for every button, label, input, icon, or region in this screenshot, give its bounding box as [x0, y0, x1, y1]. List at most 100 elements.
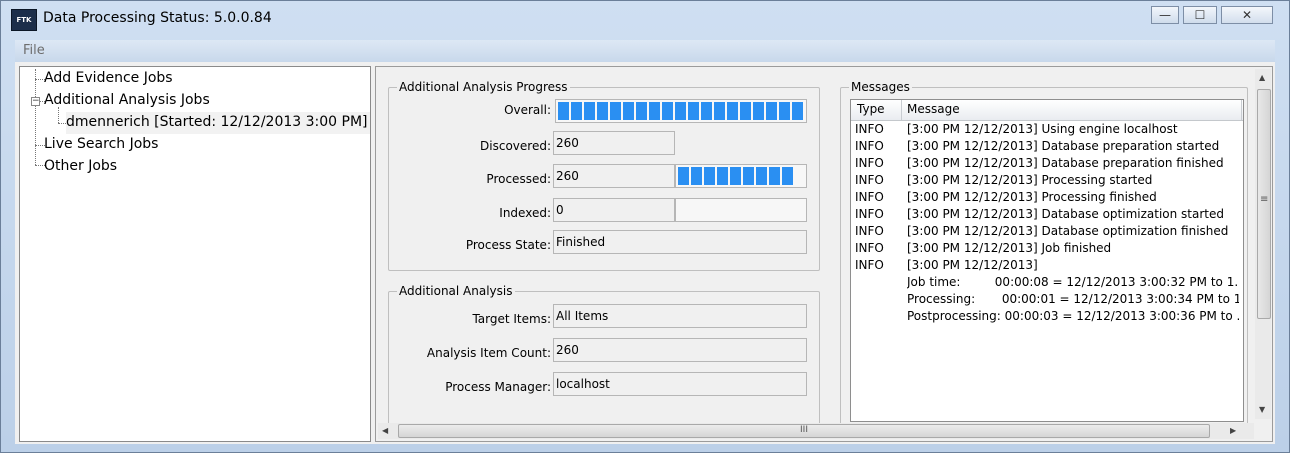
title-bar[interactable]: FTK Data Processing Status: 5.0.0.84 — ☐…	[1, 1, 1289, 37]
message-text: [3:00 PM 12/12/2013] Database optimizati…	[907, 207, 1225, 221]
target-items-value: All Items	[553, 304, 807, 328]
message-text: Job time: 00:00:08 = 12/12/2013 3:00:32 …	[907, 275, 1239, 289]
message-type: INFO	[855, 258, 884, 272]
message-row[interactable]: INFO [3:00 PM 12/12/2013] Job finished	[851, 241, 1243, 258]
progress-segment	[792, 102, 803, 120]
progress-segment	[662, 102, 673, 120]
maximize-button[interactable]: ☐	[1183, 6, 1217, 24]
progress-segment	[701, 102, 712, 120]
progress-segment	[558, 102, 569, 120]
message-row[interactable]: INFO [3:00 PM 12/12/2013] Database prepar…	[851, 156, 1243, 173]
progress-segment	[704, 167, 715, 185]
tree-connector	[58, 107, 59, 123]
tree-item-other-jobs[interactable]: Other Jobs	[44, 158, 117, 174]
message-row[interactable]: Processing: 00:00:01 = 12/12/2013 3:00:3…	[851, 292, 1243, 309]
progress-segment	[691, 167, 702, 185]
column-divider[interactable]	[901, 100, 902, 120]
progress-segment	[779, 102, 790, 120]
message-text: Processing: 00:00:01 = 12/12/2013 3:00:3…	[907, 292, 1239, 306]
progress-segment	[756, 167, 767, 185]
message-type: INFO	[855, 173, 884, 187]
tree-item-additional-analysis-jobs[interactable]: Additional Analysis Jobs	[44, 92, 210, 108]
column-divider[interactable]	[1241, 100, 1242, 120]
message-text: Postprocessing: 00:00:03 = 12/12/2013 3:…	[907, 309, 1239, 323]
overall-progress-bar	[555, 99, 807, 123]
tree-connector	[35, 69, 36, 165]
message-type: INFO	[855, 207, 884, 221]
scroll-right-icon[interactable]: ▶	[1230, 426, 1236, 435]
scroll-up-icon[interactable]: ▲	[1259, 73, 1265, 82]
main-window: FTK Data Processing Status: 5.0.0.84 — ☐…	[0, 0, 1290, 453]
processed-value: 260	[553, 164, 675, 188]
minimize-button[interactable]: —	[1151, 6, 1179, 24]
message-row[interactable]: INFO [3:00 PM 12/12/2013] Database optimi…	[851, 207, 1243, 224]
close-button[interactable]: ✕	[1221, 6, 1273, 24]
progress-segment	[730, 167, 741, 185]
vertical-scroll-thumb[interactable]: ≡	[1257, 89, 1271, 319]
progress-segment	[675, 102, 686, 120]
message-text: [3:00 PM 12/12/2013] Processing finished	[907, 190, 1157, 204]
message-type: INFO	[855, 122, 884, 136]
progress-segment	[623, 102, 634, 120]
message-row[interactable]: Postprocessing: 00:00:03 = 12/12/2013 3:…	[851, 309, 1243, 326]
progress-segment	[610, 102, 621, 120]
progress-segment	[769, 167, 780, 185]
message-row[interactable]: INFO [3:00 PM 12/12/2013] Database optimi…	[851, 224, 1243, 241]
progress-segment	[717, 167, 728, 185]
tree-item-dmennerich-job[interactable]: dmennerich [Started: 12/12/2013 3:00 PM]…	[66, 114, 370, 130]
message-type: INFO	[855, 224, 884, 238]
message-text: [3:00 PM 12/12/2013] Processing started	[907, 173, 1153, 187]
item-count-value: 260	[553, 338, 807, 362]
processed-progress-bar	[675, 164, 807, 188]
message-row[interactable]: INFO [3:00 PM 12/12/2013] Database prepar…	[851, 139, 1243, 156]
tree-connector	[58, 123, 66, 124]
progress-segment	[649, 102, 660, 120]
progress-segment	[597, 102, 608, 120]
scroll-down-icon[interactable]: ▼	[1259, 405, 1265, 414]
tree-item-add-evidence-jobs[interactable]: Add Evidence Jobs	[44, 70, 173, 86]
horizontal-scroll-thumb[interactable]: III	[398, 424, 1210, 438]
messages-table[interactable]: Type Message INFO [3:00 PM 12/12/2013] Us…	[850, 99, 1244, 422]
message-text: [3:00 PM 12/12/2013]	[907, 258, 1038, 272]
message-row[interactable]: INFO [3:00 PM 12/12/2013] Processing star…	[851, 173, 1243, 190]
message-type: INFO	[855, 241, 884, 255]
progress-segment	[743, 167, 754, 185]
progress-segment	[766, 102, 777, 120]
message-row[interactable]: INFO [3:00 PM 12/12/2013] Using engine lo…	[851, 122, 1243, 139]
discovered-label: Discovered:	[480, 139, 551, 153]
progress-segment	[636, 102, 647, 120]
indexed-progress-bar	[675, 198, 807, 222]
process-manager-value: localhost	[553, 372, 807, 396]
overall-label: Overall:	[504, 103, 551, 117]
horizontal-scrollbar[interactable]: ◀ III ▶	[378, 423, 1254, 439]
message-row[interactable]: Job time: 00:00:08 = 12/12/2013 3:00:32 …	[851, 275, 1243, 292]
analysis-group: Additional Analysis Target Items: All It…	[388, 284, 820, 431]
jobs-tree[interactable]: − Add Evidence Jobs Additional Analysis …	[19, 66, 371, 442]
progress-segment	[688, 102, 699, 120]
message-text: [3:00 PM 12/12/2013] Using engine localh…	[907, 122, 1178, 136]
message-type: INFO	[855, 156, 884, 170]
column-header-type[interactable]: Type	[857, 102, 885, 116]
indexed-label: Indexed:	[499, 206, 551, 220]
progress-segment	[571, 102, 582, 120]
process-state-label: Process State:	[465, 238, 551, 252]
message-type: INFO	[855, 190, 884, 204]
scroll-left-icon[interactable]: ◀	[382, 426, 388, 435]
message-row[interactable]: INFO [3:00 PM 12/12/2013] Processing fini…	[851, 190, 1243, 207]
collapse-icon[interactable]: −	[31, 97, 40, 106]
process-state-value: Finished	[553, 230, 807, 254]
indexed-value: 0	[553, 198, 675, 222]
progress-segment	[678, 167, 689, 185]
progress-segment	[740, 102, 751, 120]
column-header-message[interactable]: Message	[907, 102, 960, 116]
progress-segment	[782, 167, 793, 185]
scroll-grip-icon: ≡	[1260, 194, 1269, 205]
processed-label: Processed:	[486, 172, 551, 186]
progress-segment	[714, 102, 725, 120]
job-details-pane: Additional Analysis Progress Overall: Di…	[375, 66, 1273, 442]
progress-group: Additional Analysis Progress Overall: Di…	[388, 80, 820, 271]
tree-item-live-search-jobs[interactable]: Live Search Jobs	[44, 136, 158, 152]
message-row[interactable]: INFO [3:00 PM 12/12/2013]	[851, 258, 1243, 275]
menu-file[interactable]: File	[23, 43, 45, 58]
discovered-value: 260	[553, 131, 675, 155]
